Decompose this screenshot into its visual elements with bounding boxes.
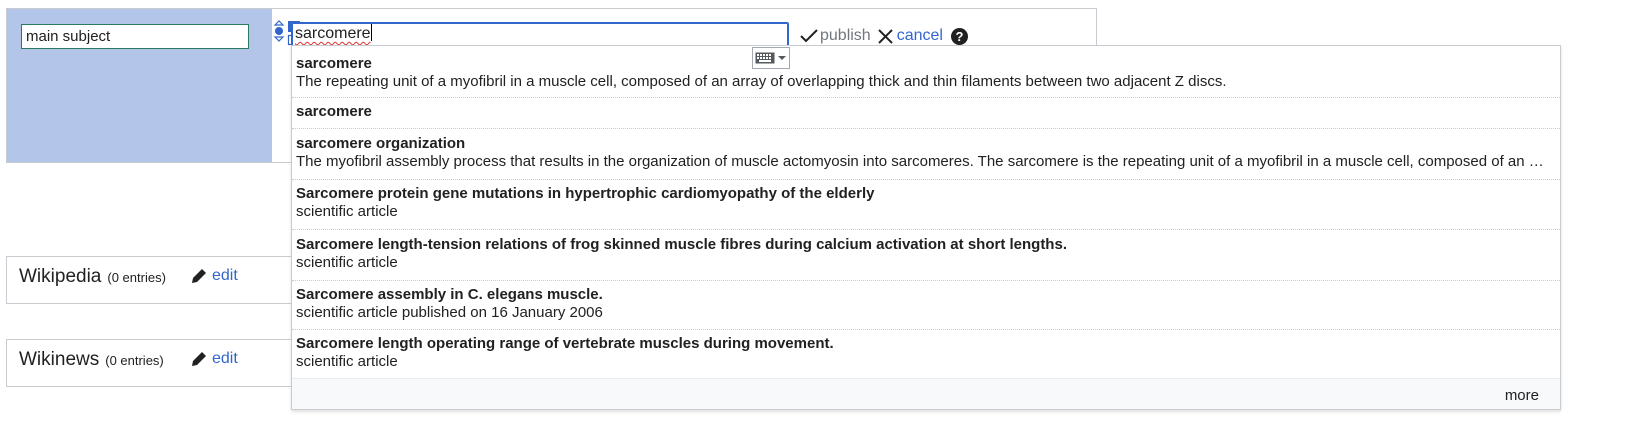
sitelink-group-title: Wikinews (0 entries) [19,349,164,371]
suggestions-dropdown: sarcomere The repeating unit of a myofib… [291,45,1561,410]
publish-button[interactable]: publish [800,27,871,45]
property-column [7,9,272,162]
help-icon[interactable]: ? [950,27,968,45]
suggestion-description: The myofibril assembly process that resu… [296,153,1556,170]
publish-label: publish [820,27,871,44]
suggestion-description: scientific article [296,254,398,271]
checkmark-icon [800,29,818,43]
edit-wikipedia-button[interactable]: edit [190,267,238,285]
chevron-down-icon [778,56,786,60]
value-input[interactable]: sarcomere [291,22,789,47]
suggestion-item[interactable]: sarcomere The repeating unit of a myofib… [292,55,1560,98]
more-bar: more [292,378,1560,409]
edit-wikinews-button[interactable]: edit [190,350,238,368]
cancel-label: cancel [896,27,943,44]
suggestion-item[interactable]: Sarcomere assembly in C. elegans muscle.… [292,286,1560,330]
entries-count: (0 entries) [107,270,166,285]
suggestion-description: The repeating unit of a myofibril in a m… [296,73,1227,90]
suggestion-label: Sarcomere length operating range of vert… [296,335,834,352]
sitelink-group-name: Wikipedia [19,266,102,287]
close-icon [877,28,893,44]
suggestion-label: sarcomere [296,55,372,72]
suggestion-description: scientific article [296,203,398,220]
edit-label: edit [212,350,238,367]
suggestion-description: scientific article [296,353,398,370]
pencil-icon [192,269,206,283]
suggestion-item[interactable]: Sarcomere length operating range of vert… [292,335,1560,378]
value-input-text: sarcomere [295,25,371,42]
pencil-icon [192,352,206,366]
suggestion-label: Sarcomere length-tension relations of fr… [296,236,1067,253]
rank-selector-icon[interactable] [272,20,286,46]
sitelink-group-title: Wikipedia (0 entries) [19,266,166,288]
suggestion-item[interactable]: Sarcomere length-tension relations of fr… [292,236,1560,281]
suggestion-description: scientific article published on 16 Janua… [296,304,603,321]
edit-label: edit [212,267,238,284]
property-input[interactable] [21,24,249,49]
suggestion-label: sarcomere [296,103,372,120]
sitelink-group-name: Wikinews [19,349,100,370]
suggestion-item[interactable]: Sarcomere protein gene mutations in hype… [292,185,1560,230]
more-button[interactable]: more [1505,387,1539,404]
suggestion-item[interactable]: sarcomere organization The myofibril ass… [292,135,1560,180]
entries-count: (0 entries) [105,353,164,368]
suggestion-label: sarcomere organization [296,135,466,152]
keyboard-icon [755,52,775,64]
suggestion-label: Sarcomere assembly in C. elegans muscle. [296,286,603,303]
suggestion-item[interactable]: sarcomere [292,103,1560,129]
cancel-button[interactable]: cancel [877,27,943,45]
sitelink-group-wikinews: Wikinews (0 entries) edit [6,339,306,387]
text-caret [370,24,372,41]
keyboard-selector-button[interactable] [752,47,790,69]
suggestion-label: Sarcomere protein gene mutations in hype… [296,185,875,202]
sitelink-group-wikipedia: Wikipedia (0 entries) edit [6,256,306,304]
